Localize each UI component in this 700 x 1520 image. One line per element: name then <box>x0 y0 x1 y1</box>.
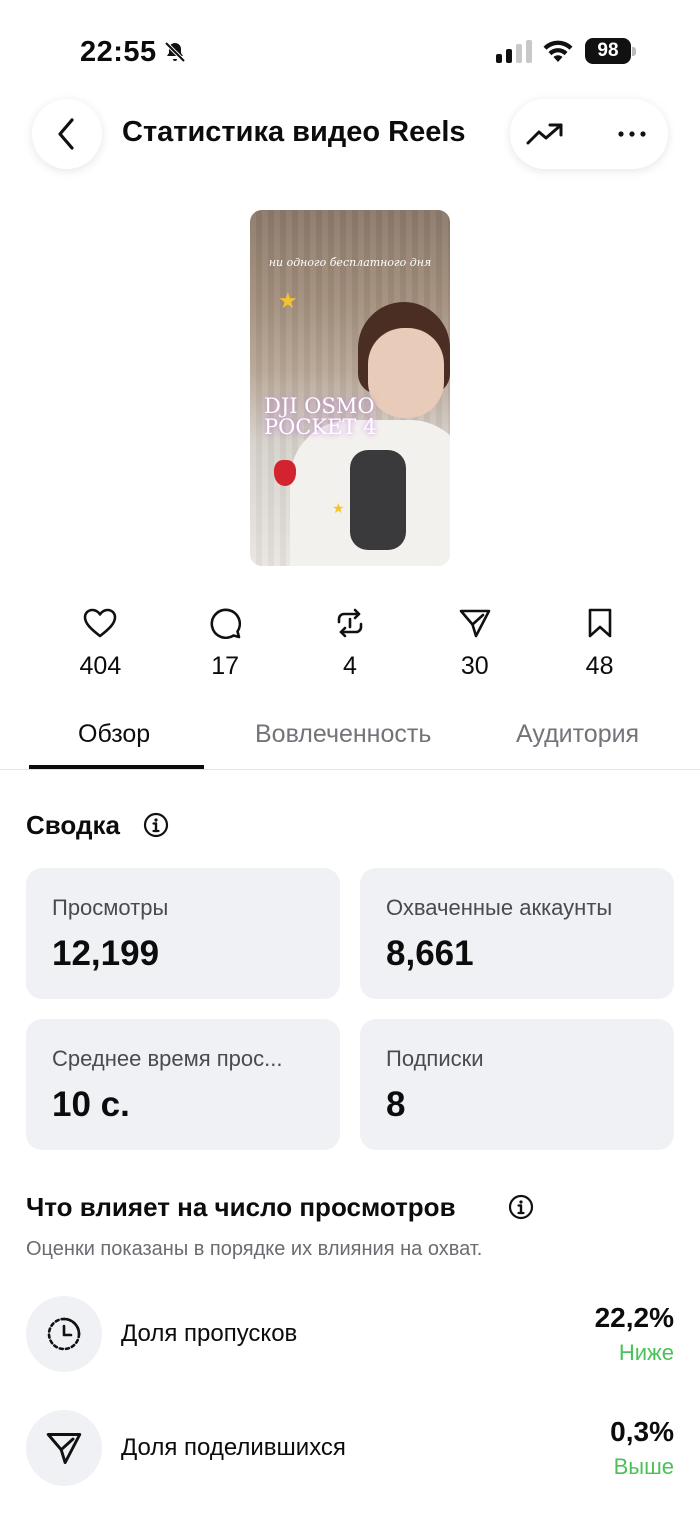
thumbnail-overlay-text: DJI OSMO POCKET 4 <box>264 396 376 438</box>
overlay-line-1: DJI OSMO <box>264 394 375 418</box>
tab-overview[interactable]: Обзор <box>78 720 150 749</box>
overlay-line-2: POCKET 4 <box>264 415 377 439</box>
factors-info-icon[interactable] <box>508 1194 534 1220</box>
stat-likes-value: 404 <box>79 652 122 680</box>
stat-saves-value: 48 <box>585 652 614 680</box>
battery-level: 98 <box>585 38 631 64</box>
comment-icon <box>210 608 242 639</box>
battery-indicator: 98 <box>585 38 637 64</box>
card-avg-watch-time[interactable]: Среднее время прос... 10 с. <box>26 1019 340 1150</box>
bookmark-icon <box>588 608 611 638</box>
stat-reposts[interactable]: 4 <box>288 606 413 686</box>
summary-info-icon[interactable] <box>143 812 169 838</box>
factor-share-rate-value: 0,3% <box>610 1416 674 1447</box>
bell-off-icon <box>164 41 186 63</box>
factor-skip-rate[interactable]: Доля пропусков 22,2% Ниже <box>26 1296 674 1372</box>
tab-bar: Обзор Вовлеченность Аудитория <box>0 708 700 770</box>
card-accounts-reached-label: Охваченные аккаунты <box>386 895 613 920</box>
factor-share-rate-label: Доля поделившихся <box>121 1434 346 1461</box>
card-avg-watch-time-value: 10 с. <box>52 1085 130 1124</box>
share-icon <box>459 609 491 638</box>
status-time: 22:55 <box>80 36 157 68</box>
more-options-button[interactable] <box>610 114 654 154</box>
factor-skip-rate-label: Доля пропусков <box>121 1320 298 1347</box>
back-button[interactable] <box>32 99 102 169</box>
factor-skip-rate-trend: Ниже <box>618 1340 674 1365</box>
stat-comments-value: 17 <box>211 652 240 680</box>
stat-reposts-value: 4 <box>343 652 357 680</box>
repost-icon <box>337 608 363 638</box>
header-actions <box>510 99 668 169</box>
card-accounts-reached[interactable]: Охваченные аккаунты 8,661 <box>360 868 674 999</box>
stat-likes[interactable]: 404 <box>38 606 163 686</box>
heart-icon <box>84 608 117 638</box>
status-bar: 22:55 98 <box>0 0 700 100</box>
star-sticker-icon: ★ <box>278 288 298 313</box>
chevron-left-icon <box>58 118 74 150</box>
battery-cap <box>632 47 636 56</box>
stat-shares-value: 30 <box>460 652 489 680</box>
header: Статистика видео Reels <box>0 96 700 172</box>
factors-subtitle: Оценки показаны в порядке их влияния на … <box>26 1238 483 1260</box>
cellular-signal-icon <box>496 40 532 63</box>
active-tab-indicator <box>29 765 204 769</box>
reel-thumbnail[interactable]: ни одного бесплатного дня ★ ★ DJI OSMO P… <box>250 210 450 566</box>
star-sticker-small-icon: ★ <box>332 500 345 516</box>
share-icon <box>46 1433 82 1465</box>
trend-button[interactable] <box>524 114 566 154</box>
factor-skip-rate-value: 22,2% <box>594 1302 674 1333</box>
engagement-stats: 404 17 4 30 48 <box>38 606 662 686</box>
stat-shares[interactable]: 30 <box>412 606 537 686</box>
tab-engagement[interactable]: Вовлеченность <box>255 720 431 749</box>
factor-share-rate-icon-wrap <box>26 1410 102 1486</box>
factor-share-rate[interactable]: Доля поделившихся 0,3% Выше <box>26 1410 674 1486</box>
page-title: Статистика видео Reels <box>122 116 466 148</box>
card-views-value: 12,199 <box>52 934 160 973</box>
card-views[interactable]: Просмотры 12,199 <box>26 868 340 999</box>
card-accounts-reached-value: 8,661 <box>386 934 474 973</box>
wifi-icon <box>543 40 573 62</box>
summary-title: Сводка <box>26 810 120 840</box>
timer-icon <box>47 1317 81 1351</box>
strawberry-sticker-icon <box>274 460 296 486</box>
card-follows[interactable]: Подписки 8 <box>360 1019 674 1150</box>
trending-up-icon <box>526 123 563 145</box>
card-views-label: Просмотры <box>52 895 169 920</box>
stat-saves[interactable]: 48 <box>537 606 662 686</box>
thumbnail-caption: ни одного бесплатного дня <box>268 256 432 269</box>
card-follows-label: Подписки <box>386 1046 484 1071</box>
stat-comments[interactable]: 17 <box>163 606 288 686</box>
factors-title: Что влияет на число просмотров <box>26 1192 456 1222</box>
more-horizontal-icon <box>618 131 646 137</box>
thumbnail-person-face <box>368 328 444 418</box>
card-avg-watch-time-label: Среднее время прос... <box>52 1046 283 1071</box>
factor-share-rate-trend: Выше <box>613 1454 674 1479</box>
thumbnail-camera <box>350 450 406 550</box>
tab-audience[interactable]: Аудитория <box>516 720 639 749</box>
card-follows-value: 8 <box>386 1085 406 1124</box>
factor-skip-rate-icon-wrap <box>26 1296 102 1372</box>
